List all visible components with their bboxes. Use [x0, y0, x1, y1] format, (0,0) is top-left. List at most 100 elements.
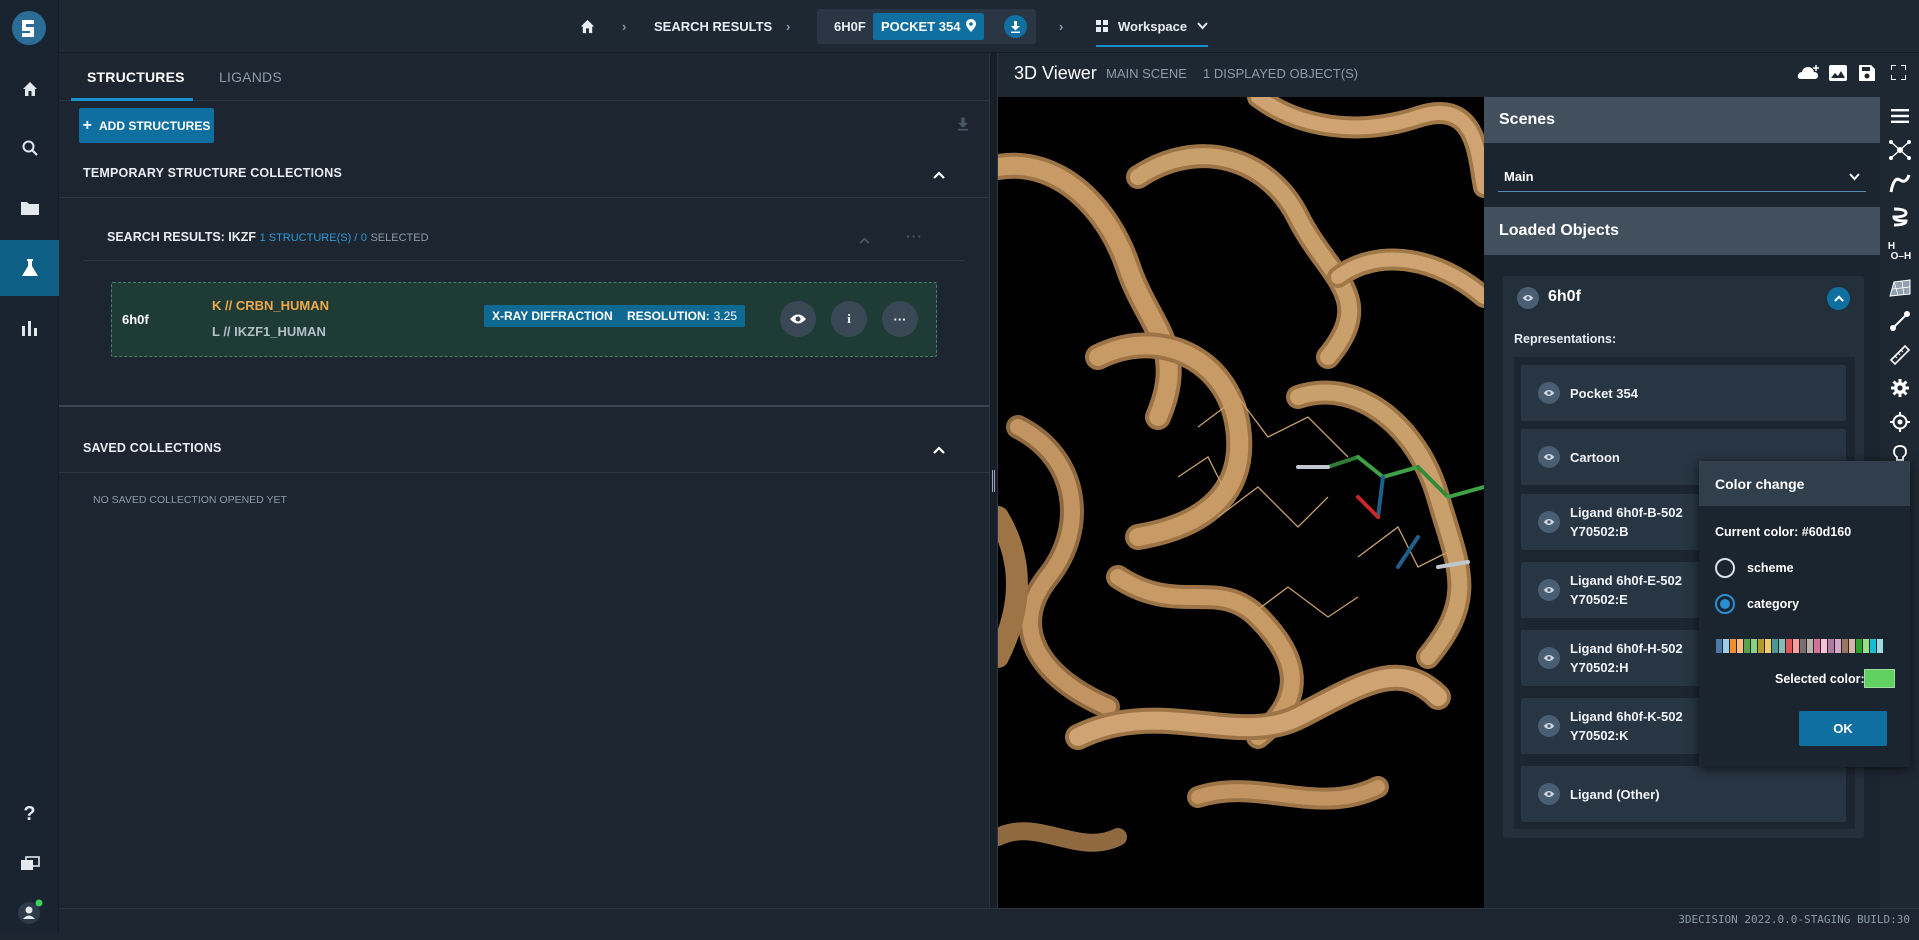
- eye-icon[interactable]: [1538, 382, 1560, 404]
- color-swatch[interactable]: [1877, 639, 1883, 653]
- color-swatch[interactable]: [1863, 639, 1869, 653]
- breadcrumb-pocket[interactable]: POCKET 354: [873, 13, 985, 40]
- radio-scheme[interactable]: scheme: [1715, 558, 1794, 578]
- color-swatch[interactable]: [1807, 639, 1813, 653]
- color-swatch[interactable]: [1842, 639, 1848, 653]
- more-actions-button[interactable]: ···: [882, 301, 918, 337]
- fullscreen-icon[interactable]: [1890, 64, 1907, 83]
- ruler-icon[interactable]: [1880, 338, 1919, 372]
- breadcrumb-search-results[interactable]: SEARCH RESULTS: [654, 0, 772, 53]
- view-structure-button[interactable]: [780, 301, 816, 337]
- breadcrumb-structure-id[interactable]: 6H0F: [834, 9, 866, 44]
- color-swatch[interactable]: [1744, 639, 1750, 653]
- app-logo-icon[interactable]: [10, 8, 48, 48]
- ribbon-style-icon[interactable]: [1880, 167, 1919, 201]
- radio-button[interactable]: [1715, 594, 1735, 614]
- info-button[interactable]: i: [831, 301, 867, 337]
- folder-icon[interactable]: [0, 180, 59, 236]
- focus-target-icon[interactable]: [1880, 405, 1919, 439]
- image-icon[interactable]: [1829, 65, 1847, 84]
- divider: [59, 405, 989, 407]
- radio-category[interactable]: category: [1715, 594, 1799, 614]
- radio-button[interactable]: [1715, 558, 1735, 578]
- download-icon[interactable]: [957, 117, 969, 134]
- color-swatch[interactable]: [1814, 639, 1820, 653]
- color-swatch[interactable]: [1723, 639, 1729, 653]
- help-icon[interactable]: ?: [0, 786, 59, 842]
- color-swatch[interactable]: [1849, 639, 1855, 653]
- representations-label: Representations:: [1514, 332, 1617, 346]
- settings-gear-icon[interactable]: [1880, 371, 1919, 405]
- add-structures-button[interactable]: + ADD STRUCTURES: [79, 108, 214, 143]
- chevron-right-icon: ›: [1059, 19, 1064, 34]
- tab-structures[interactable]: STRUCTURES: [87, 53, 185, 101]
- color-swatch[interactable]: [1772, 639, 1778, 653]
- workspace-dropdown[interactable]: Workspace: [1096, 7, 1209, 47]
- color-change-title: Color change: [1699, 461, 1910, 506]
- ok-button[interactable]: OK: [1799, 711, 1887, 746]
- selected-color-swatch: [1864, 669, 1895, 688]
- temp-collections-title: TEMPORARY STRUCTURE COLLECTIONS: [83, 166, 342, 180]
- color-swatch[interactable]: [1793, 639, 1799, 653]
- viewer-title: 3D Viewer: [1014, 63, 1097, 83]
- splitter-handle-icon[interactable]: [992, 470, 995, 492]
- color-swatch[interactable]: [1870, 639, 1876, 653]
- tab-ligands[interactable]: LIGANDS: [219, 53, 282, 101]
- color-swatch[interactable]: [1758, 639, 1764, 653]
- search-icon[interactable]: [0, 120, 59, 176]
- eye-icon[interactable]: [1538, 715, 1560, 737]
- color-swatch[interactable]: [1786, 639, 1792, 653]
- distance-icon[interactable]: [1880, 304, 1919, 338]
- color-swatch[interactable]: [1779, 639, 1785, 653]
- color-swatch[interactable]: [1821, 639, 1827, 653]
- color-swatch[interactable]: [1765, 639, 1771, 653]
- location-pin-icon: [966, 18, 977, 35]
- representation-subtitle: Y70502:K: [1570, 728, 1629, 743]
- scene-select[interactable]: Main: [1498, 162, 1866, 192]
- surface-mesh-icon[interactable]: [1880, 271, 1919, 305]
- molecule-network-icon[interactable]: [1880, 133, 1919, 167]
- chevron-up-icon[interactable]: [933, 167, 945, 182]
- divider: [59, 472, 989, 473]
- save-icon[interactable]: [1859, 65, 1875, 84]
- helix-icon[interactable]: [1880, 201, 1919, 235]
- color-swatch[interactable]: [1835, 639, 1841, 653]
- eye-icon[interactable]: [1538, 511, 1560, 533]
- analytics-icon[interactable]: [0, 300, 59, 356]
- flask-icon[interactable]: [0, 240, 59, 296]
- color-palette[interactable]: [1716, 639, 1883, 653]
- color-swatch[interactable]: [1800, 639, 1806, 653]
- eye-icon[interactable]: [1538, 647, 1560, 669]
- color-swatch[interactable]: [1730, 639, 1736, 653]
- representation-name: Ligand 6h0f-K-502: [1570, 709, 1683, 724]
- representation-item[interactable]: Pocket 354: [1521, 365, 1846, 421]
- download-icon[interactable]: [1004, 15, 1027, 38]
- cloud-upload-icon[interactable]: [1797, 65, 1819, 84]
- eye-icon[interactable]: [1538, 579, 1560, 601]
- structures-panel: [59, 53, 989, 908]
- breadcrumb-home-icon[interactable]: [579, 0, 596, 53]
- eye-icon[interactable]: [1517, 287, 1539, 309]
- molecule-viewport[interactable]: [998, 97, 1484, 908]
- plus-icon: +: [82, 116, 92, 134]
- home-icon[interactable]: [0, 61, 59, 117]
- chevron-up-icon[interactable]: [933, 442, 945, 457]
- collapse-object-button[interactable]: [1827, 287, 1850, 310]
- more-options-icon: ···: [893, 311, 907, 327]
- representation-item[interactable]: Ligand (Other): [1521, 766, 1846, 822]
- color-swatch[interactable]: [1856, 639, 1862, 653]
- eye-icon[interactable]: [1538, 783, 1560, 805]
- menu-icon[interactable]: [1880, 99, 1919, 133]
- color-swatch[interactable]: [1828, 639, 1834, 653]
- pocket-label: POCKET 354: [881, 19, 961, 34]
- color-swatch[interactable]: [1737, 639, 1743, 653]
- loaded-objects-header: Loaded Objects: [1484, 207, 1880, 255]
- eye-icon[interactable]: [1538, 446, 1560, 468]
- chevron-up-icon: [1833, 295, 1844, 302]
- collapse-icon[interactable]: [859, 232, 870, 247]
- more-options-icon[interactable]: ···: [906, 228, 923, 244]
- water-molecule-icon[interactable]: H O–H: [1880, 235, 1919, 269]
- radio-scheme-label: scheme: [1747, 561, 1794, 575]
- color-swatch[interactable]: [1716, 639, 1722, 653]
- color-swatch[interactable]: [1751, 639, 1757, 653]
